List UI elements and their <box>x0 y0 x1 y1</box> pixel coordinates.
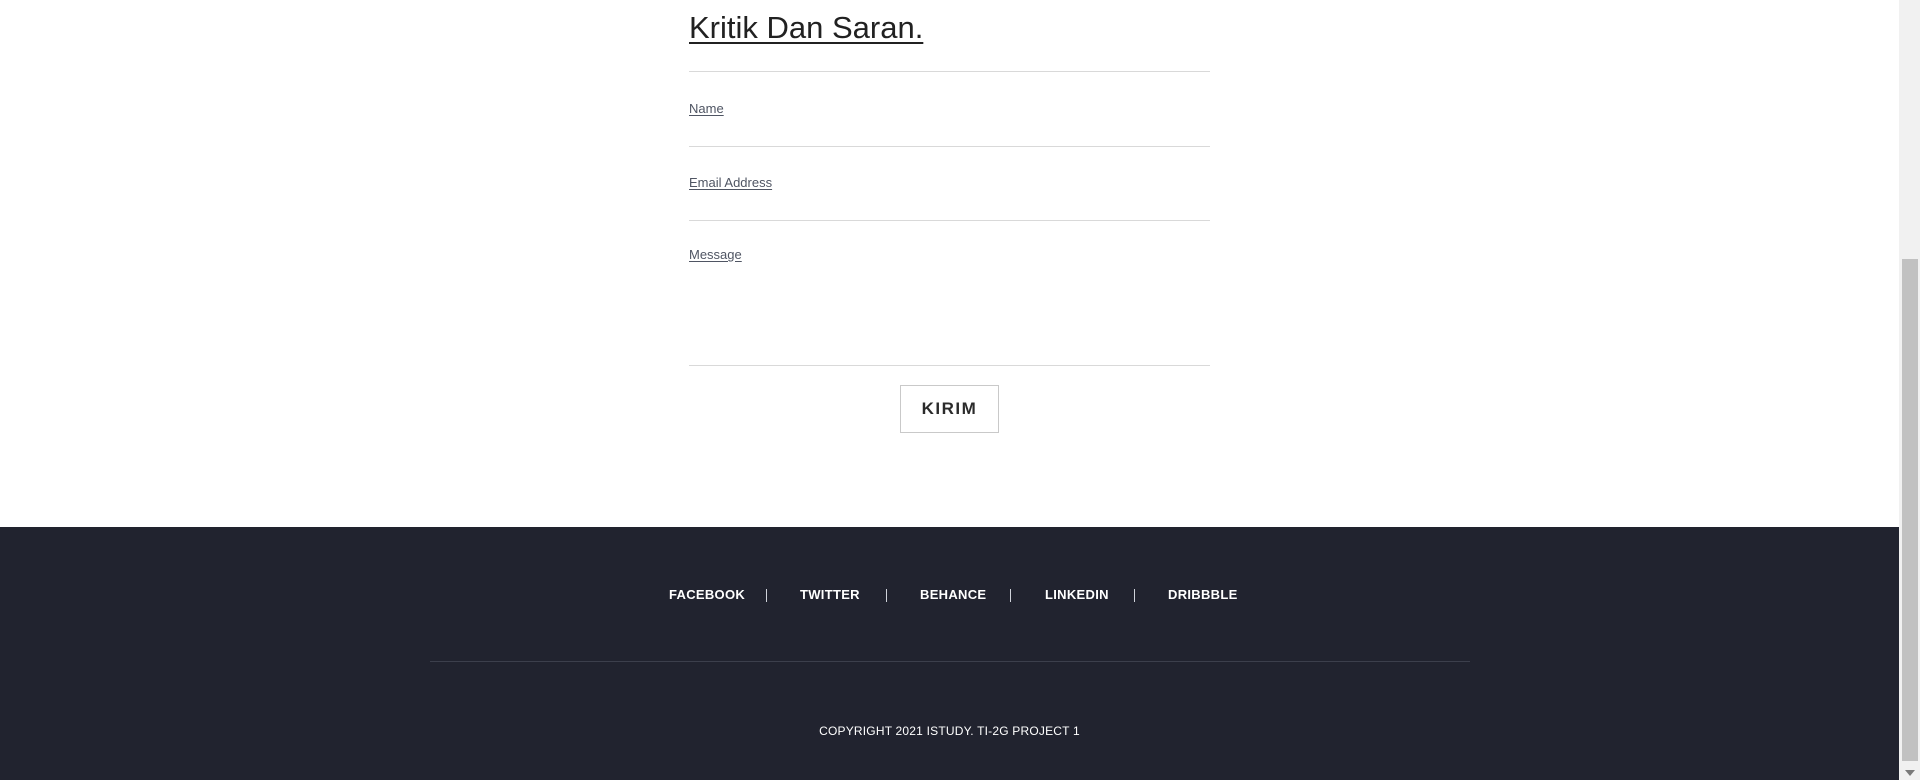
link-separator <box>1134 589 1135 602</box>
form-title: Kritik Dan Saran. <box>689 10 924 45</box>
email-label: Email Address <box>689 175 773 190</box>
footer: FACEBOOK TWITTER BEHANCE LINKEDIN DRIBBB… <box>0 527 1899 780</box>
email-input[interactable] <box>689 194 1210 218</box>
social-link-facebook[interactable]: FACEBOOK <box>669 587 745 602</box>
page: Kritik Dan Saran. Name Email Address Mes… <box>0 0 1920 780</box>
name-label: Name <box>689 101 724 116</box>
name-input[interactable] <box>689 120 1210 144</box>
message-field-underline <box>689 365 1210 366</box>
social-link-dribbble[interactable]: DRIBBBLE <box>1168 587 1238 602</box>
social-link-linkedin[interactable]: LINKEDIN <box>1045 587 1109 602</box>
link-separator <box>886 589 887 602</box>
social-links: FACEBOOK TWITTER BEHANCE LINKEDIN DRIBBB… <box>0 587 1899 607</box>
submit-button[interactable]: KIRIM <box>900 385 999 433</box>
email-field-underline <box>689 220 1210 221</box>
footer-divider <box>430 661 1470 662</box>
scrollbar-thumb[interactable] <box>1902 259 1918 761</box>
link-separator <box>766 589 767 602</box>
scroll-down-arrow-icon[interactable] <box>1905 770 1915 776</box>
message-label: Message <box>689 247 742 262</box>
divider <box>689 71 1210 72</box>
social-link-twitter[interactable]: TWITTER <box>800 587 860 602</box>
vertical-scrollbar[interactable] <box>1899 0 1920 780</box>
main-content: Kritik Dan Saran. Name Email Address Mes… <box>0 0 1899 780</box>
link-separator <box>1010 589 1011 602</box>
message-textarea[interactable] <box>689 266 1210 362</box>
copyright-text: COPYRIGHT 2021 ISTUDY. TI-2G PROJECT 1 <box>819 724 1080 738</box>
social-link-behance[interactable]: BEHANCE <box>920 587 986 602</box>
name-field-underline <box>689 146 1210 147</box>
